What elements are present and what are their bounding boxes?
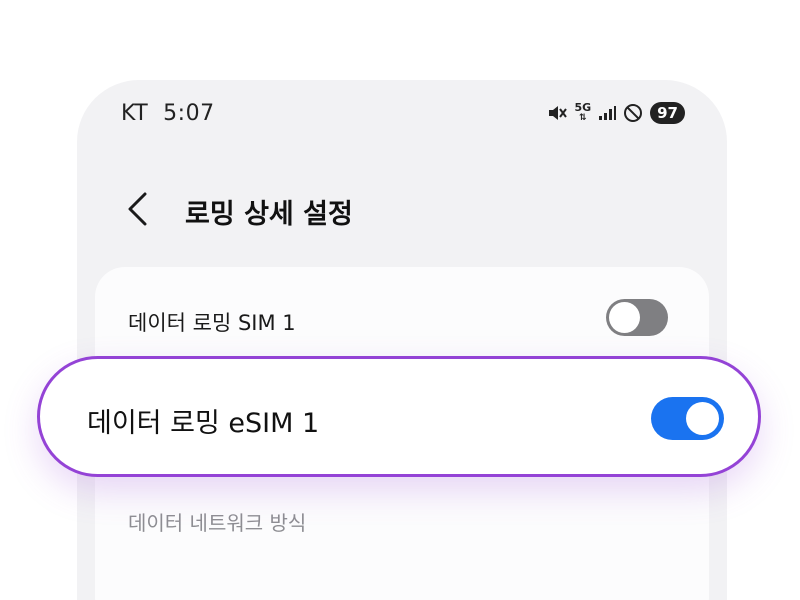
data-roaming-sim1-label: 데이터 로밍 SIM 1 — [128, 311, 296, 335]
data-roaming-esim1-label: 데이터 로밍 eSIM 1 — [87, 408, 320, 439]
toggle-knob — [609, 302, 640, 333]
phone-screen: KT 5:07 5G ⇅ 97 로밍 상세 설정 데이터 로밍 SIM 1 데이… — [77, 80, 727, 600]
carrier-time: KT 5:07 — [121, 101, 215, 126]
network-type-icon: 5G ⇅ — [574, 101, 592, 123]
clock: 5:07 — [163, 101, 215, 126]
data-roaming-esim1-row[interactable]: 데이터 로밍 eSIM 1 — [37, 356, 761, 477]
signal-icon — [599, 106, 617, 120]
carrier-name: KT — [121, 101, 149, 126]
data-roaming-sim1-toggle[interactable] — [606, 299, 668, 336]
do-not-disturb-icon — [624, 104, 643, 122]
mute-icon — [549, 106, 568, 120]
data-roaming-esim1-toggle[interactable] — [651, 397, 724, 440]
status-icons: 5G ⇅ 97 — [547, 102, 685, 124]
app-header: 로밍 상세 설정 — [77, 180, 727, 240]
toggle-knob — [686, 402, 719, 435]
page-title: 로밍 상세 설정 — [185, 199, 353, 230]
back-icon[interactable] — [125, 192, 151, 226]
data-roaming-sim1-row[interactable]: 데이터 로밍 SIM 1 — [95, 267, 709, 367]
battery-icon: 97 — [650, 102, 685, 124]
status-bar: KT 5:07 5G ⇅ 97 — [77, 80, 727, 148]
data-network-mode-label[interactable]: 데이터 네트워크 방식 — [128, 507, 306, 536]
